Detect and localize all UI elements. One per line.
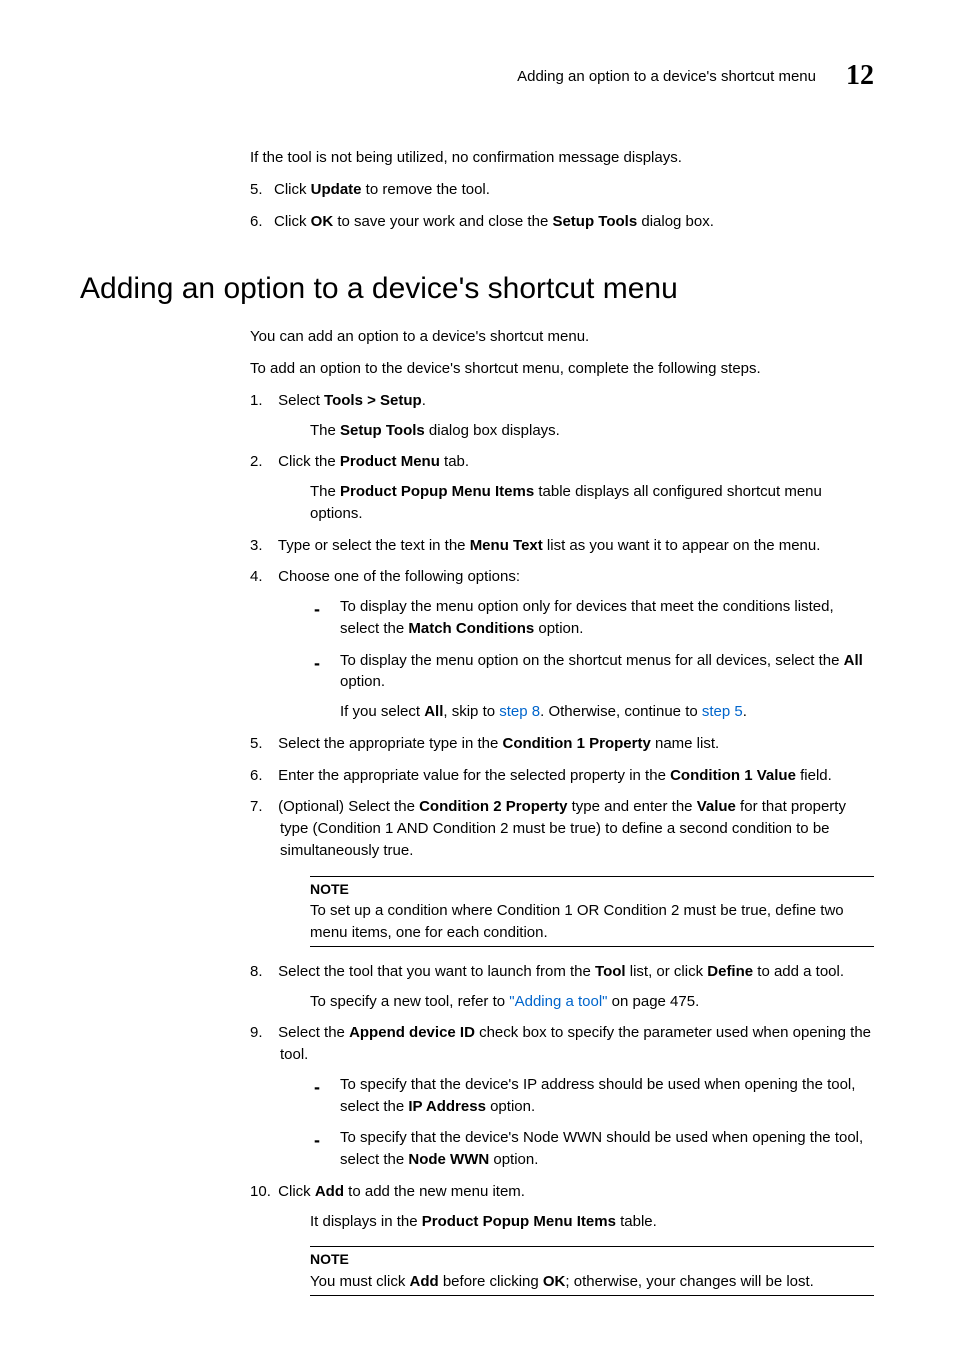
options-dash-list: To display the menu option only for devi… (310, 596, 874, 723)
intro-line: If the tool is not being utilized, no co… (250, 147, 874, 169)
list-item: To specify that the device's Node WWN sh… (310, 1127, 874, 1171)
list-item: To display the menu option only for devi… (310, 596, 874, 640)
list-item: To display the menu option on the shortc… (310, 650, 874, 723)
list-item: (Optional) Select the Condition 2 Proper… (250, 796, 874, 947)
continuing-steps-list: Click Update to remove the tool. Click O… (250, 179, 874, 233)
append-id-dash-list: To specify that the device's IP address … (310, 1074, 874, 1171)
list-item: Select the tool that you want to launch … (250, 961, 874, 1013)
link-adding-a-tool[interactable]: "Adding a tool" (509, 993, 607, 1010)
list-item: Select the Append device ID check box to… (250, 1022, 874, 1171)
link-step8[interactable]: step 8 (499, 703, 540, 720)
note-block: NOTE You must click Add before clicking … (310, 1246, 874, 1296)
list-item: Click Update to remove the tool. (250, 179, 874, 201)
document-page: Adding an option to a device's shortcut … (0, 0, 954, 1370)
header-title: Adding an option to a device's shortcut … (517, 68, 816, 85)
list-item: Select the appropriate type in the Condi… (250, 733, 874, 755)
list-item: Click the Product Menu tab. The Product … (250, 451, 874, 524)
link-step5[interactable]: step 5 (702, 703, 743, 720)
list-item: Click OK to save your work and close the… (250, 211, 874, 233)
note-label: NOTE (310, 1251, 349, 1267)
header-chapter-number: 12 (846, 60, 874, 92)
list-item: Select Tools > Setup. The Setup Tools di… (250, 390, 874, 442)
note-label: NOTE (310, 881, 349, 897)
list-item: Choose one of the following options: To … (250, 566, 874, 723)
main-steps-list: Select Tools > Setup. The Setup Tools di… (250, 390, 874, 1296)
section-intro-2: To add an option to the device's shortcu… (250, 358, 874, 380)
section-body: You can add an option to a device's shor… (250, 326, 874, 1296)
list-item: To specify that the device's IP address … (310, 1074, 874, 1118)
note-block: NOTE To set up a condition where Conditi… (310, 876, 874, 947)
page-header: Adding an option to a device's shortcut … (80, 60, 874, 92)
section-heading: Adding an option to a device's shortcut … (80, 272, 874, 306)
list-item: Type or select the text in the Menu Text… (250, 535, 874, 557)
content-body: If the tool is not being utilized, no co… (250, 147, 874, 232)
list-item: Click Add to add the new menu item. It d… (250, 1181, 874, 1296)
section-intro-1: You can add an option to a device's shor… (250, 326, 874, 348)
list-item: Enter the appropriate value for the sele… (250, 765, 874, 787)
